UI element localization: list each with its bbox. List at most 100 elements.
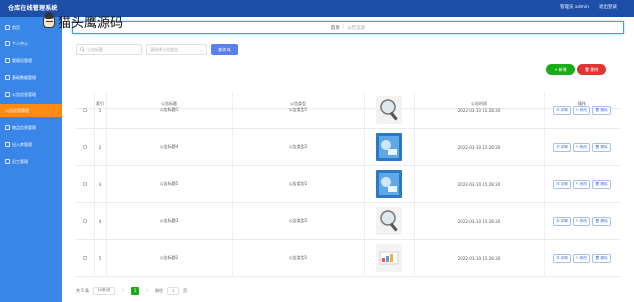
sidebar-item-label: 公告信息管理 [5,107,29,113]
sidebar-item-basic-data[interactable]: 基础数据管理 [0,71,62,84]
select-placeholder: 请选择公告类型 [150,46,178,52]
table-row: 2 公告标题4 公告类型2 2022-03-10 15:28:30 ☰ 详情 ✎ 修… [76,129,620,166]
edit-button[interactable]: ✎ 修改 [572,105,590,115]
menu-icon [5,41,10,46]
pencil-icon: ✎ [575,108,579,112]
main-content: 首页 / 公告信息 公告标题 请选择公告类型 ⌄ 查询 + 新增 🗑 删除 索引… [62,17,634,302]
watermark-text: 猫头鹰源码 [58,15,124,31]
pagination: 共 5 条 10条/页 ‹ 1 › 前往 1 页 [76,286,187,295]
row-title: 公告标题3 [159,218,179,223]
edit-button[interactable]: ✎ 修改 [572,179,590,189]
goto-page-input[interactable]: 1 [167,286,180,295]
sidebar-item-staff[interactable]: 员工管理 [0,155,62,168]
logout-link[interactable]: 退出登录 [599,4,617,10]
title-search-input[interactable]: 公告标题 [76,44,142,55]
detail-button[interactable]: ☰ 详情 [553,105,571,115]
sidebar-item-label: 个人中心 [12,40,28,46]
menu-icon [5,142,10,147]
row-index: 4 [98,218,102,224]
row-type: 公告类型2 [288,181,308,186]
sidebar-item-goods[interactable]: 物品信息管理 [0,121,62,134]
table-row: 5 公告标题2 公告类型2 2022-03-10 15:28:30 ☰ 详情 ✎ 修… [76,240,620,277]
pencil-icon: ✎ [575,145,579,149]
pencil-icon: ✎ [575,219,579,223]
chart-card-image [376,244,402,272]
trash-icon: 🗑 [584,67,590,72]
row-checkbox[interactable] [82,144,88,150]
total-count: 共 5 条 [76,287,90,293]
table-row: 4 公告标题3 公告类型2 2022-03-10 15:28:30 ☰ 详情 ✎ 修… [76,203,620,240]
magnifier-image [376,207,402,235]
row-type: 公告类型1 [288,107,308,112]
detail-button[interactable]: ☰ 详情 [553,216,571,226]
breadcrumb: 首页 / 公告信息 [72,21,624,34]
menu-icon [5,58,10,63]
delete-button[interactable]: 🗑 删除 [577,64,606,75]
sidebar-item-notice[interactable]: 公告信息管理 [0,104,62,117]
trash-icon: 🗑 [594,182,600,186]
sidebar-item-label: 员工管理 [12,158,28,164]
row-type: 公告类型2 [288,255,308,260]
row-checkbox[interactable] [82,218,88,224]
row-delete-button[interactable]: 🗑 删除 [591,179,611,189]
blue-poster-image [376,133,402,161]
menu-icon [5,125,10,130]
table-row: 3 公告标题5 公告类型2 2022-03-10 15:28:30 ☰ 详情 ✎ 修… [76,166,620,203]
row-index: 2 [98,144,102,150]
add-button[interactable]: + 新增 [546,64,575,75]
row-delete-button[interactable]: 🗑 删除 [591,142,611,152]
row-time: 2022-03-10 15:28:30 [457,218,501,224]
query-label: 查询 [218,46,226,52]
magnifier-image [376,96,402,124]
menu-icon [5,92,10,97]
row-delete-button[interactable]: 🗑 删除 [591,216,611,226]
row-delete-button[interactable]: 🗑 删除 [591,253,611,263]
menu-icon [5,75,10,80]
row-time: 2022-03-10 15:28:30 [457,181,501,187]
page-size-select[interactable]: 10条/页 [93,286,116,295]
plus-icon: + [554,67,558,72]
owl-logo-icon [43,12,55,28]
breadcrumb-separator: / [342,25,345,30]
row-delete-button[interactable]: 🗑 删除 [591,105,611,115]
edit-button[interactable]: ✎ 修改 [572,253,590,263]
sidebar-item-notice-parent[interactable]: 公告信息管理 [0,88,62,101]
row-type: 公告类型2 [288,218,308,223]
row-checkbox[interactable] [82,181,88,187]
page-number[interactable]: 1 [131,286,140,295]
doc-icon: ☰ [556,182,560,186]
doc-icon: ☰ [556,219,560,223]
watermark: 猫头鹰源码 [43,12,124,31]
detail-button[interactable]: ☰ 详情 [553,142,571,152]
row-checkbox[interactable] [82,107,88,113]
row-checkbox[interactable] [82,255,88,261]
page-unit: 页 [183,287,188,293]
sidebar: 首页 个人中心 管理员管理 基础数据管理 公告信息管理 公告信息管理 物品信息管… [0,17,62,302]
query-button[interactable]: 查询 [211,44,238,55]
doc-icon: ☰ [556,256,560,260]
sidebar-item-label: 出入库管理 [12,141,32,147]
row-time: 2022-03-10 15:28:30 [457,144,501,150]
goto-label: 前往 [155,287,164,293]
prev-page-icon[interactable]: ‹ [119,287,127,295]
detail-button[interactable]: ☰ 详情 [553,179,571,189]
breadcrumb-home[interactable]: 首页 [331,25,340,31]
row-type: 公告类型2 [288,144,308,149]
edit-button[interactable]: ✎ 修改 [572,142,590,152]
next-page-icon[interactable]: › [143,287,151,295]
sidebar-item-admins[interactable]: 管理员管理 [0,54,62,67]
trash-icon: 🗑 [594,219,600,223]
row-title: 公告标题1 [159,107,179,112]
type-select[interactable]: 请选择公告类型 ⌄ [146,44,207,55]
sidebar-item-label: 首页 [12,24,20,30]
menu-icon [5,159,10,164]
sidebar-item-stock[interactable]: 出入库管理 [0,138,62,151]
detail-button[interactable]: ☰ 详情 [553,253,571,263]
row-title: 公告标题4 [159,144,179,149]
breadcrumb-current: 公告信息 [347,25,366,31]
sidebar-item-profile[interactable]: 个人中心 [0,37,62,50]
trash-icon: 🗑 [594,108,600,112]
search-icon [227,47,231,52]
trash-icon: 🗑 [594,145,600,149]
edit-button[interactable]: ✎ 修改 [572,216,590,226]
